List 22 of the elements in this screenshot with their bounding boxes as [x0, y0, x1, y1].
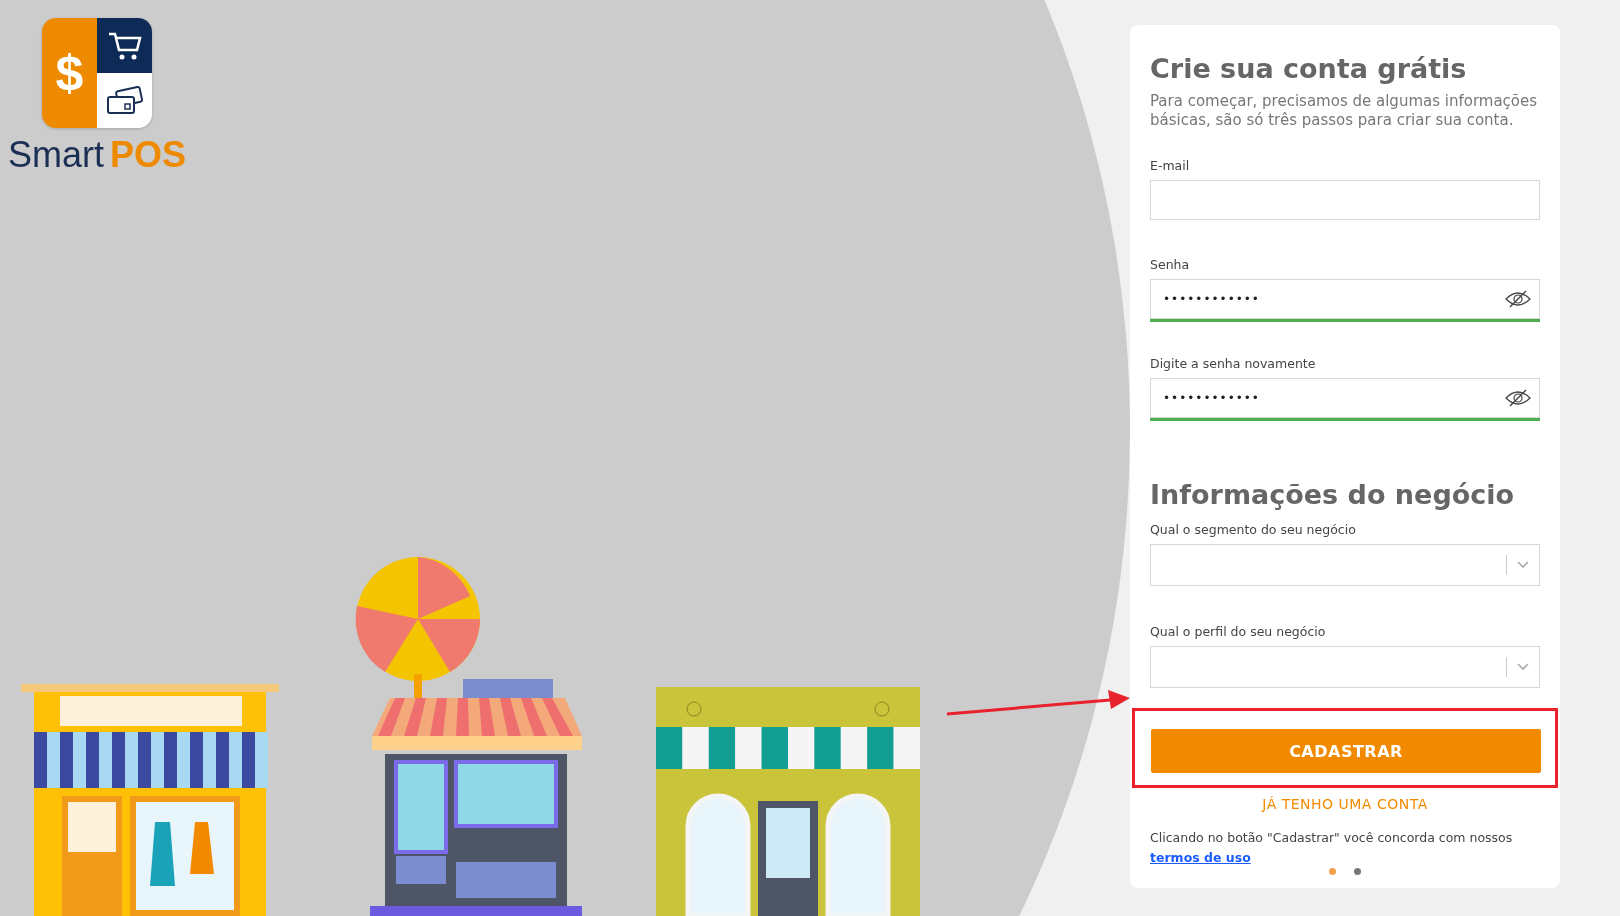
password-field[interactable]: •••••••••••• — [1150, 378, 1540, 418]
field-label: Digite a senha novamente — [1150, 356, 1317, 371]
chevron-down-icon — [1517, 561, 1529, 569]
input-field[interactable] — [1150, 180, 1540, 220]
select-field[interactable] — [1150, 646, 1540, 688]
step-dot[interactable] — [1329, 868, 1336, 875]
password-field[interactable]: •••••••••••• — [1150, 279, 1540, 319]
brand-name: Smart POS — [8, 134, 187, 176]
field-label: Qual o segmento do seu negócio — [1150, 522, 1357, 537]
chevron-down-icon — [1517, 663, 1529, 671]
step-dot[interactable] — [1354, 868, 1361, 875]
section-title: Informações do negócio — [1150, 479, 1516, 510]
select-field[interactable] — [1150, 544, 1540, 586]
field-label: E-mail — [1150, 158, 1191, 173]
form-title: Crie sua conta grátis — [1150, 53, 1468, 84]
eye-slash-icon[interactable] — [1505, 290, 1531, 308]
eye-slash-icon[interactable] — [1505, 389, 1531, 407]
field-label: Senha — [1150, 257, 1191, 272]
field-label: Qual o perfil do seu negócio — [1150, 624, 1327, 639]
terms-text: Clicando no botão "Cadastrar" você concorda com nossos termos de uso — [1150, 829, 1514, 867]
terms-link[interactable]: termos de uso — [1150, 850, 1251, 865]
intro-text: Para começar, precisamos de algumas informações básicas, são só três passos para criar sua conta. — [1150, 92, 1539, 130]
